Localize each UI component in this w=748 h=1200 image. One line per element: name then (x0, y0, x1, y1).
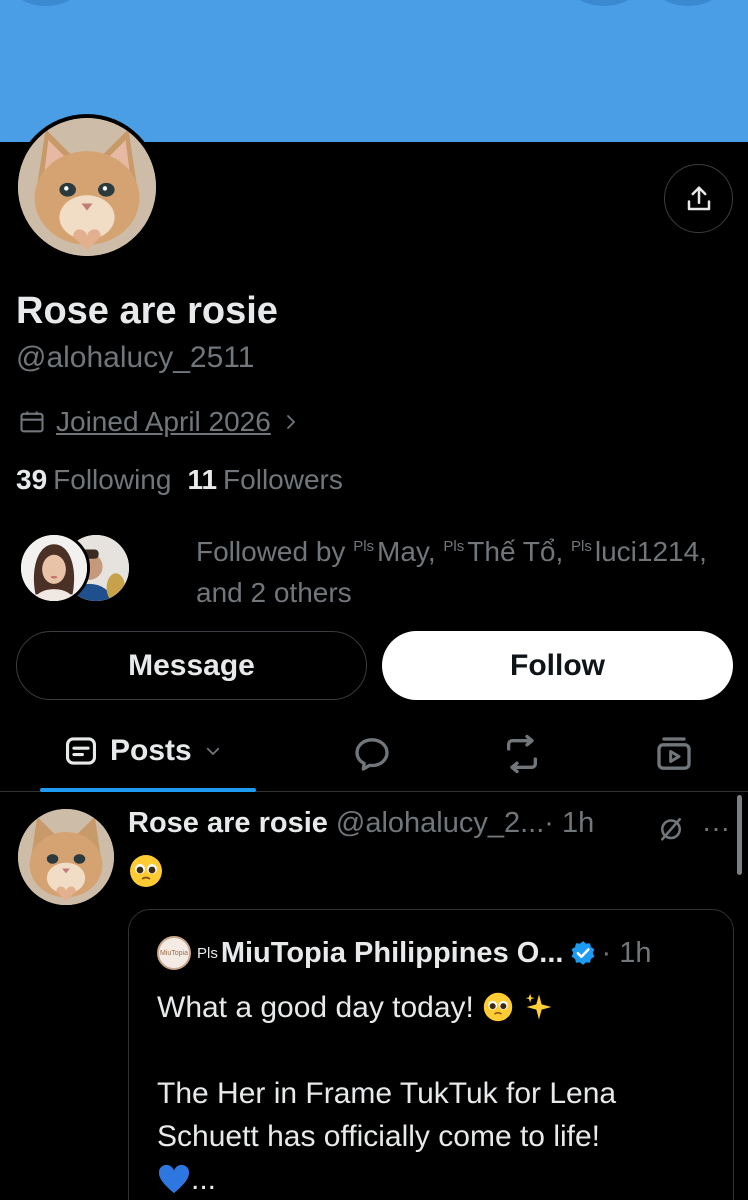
follow-stats: 39 Following 11 Followers (16, 464, 343, 496)
chevron-right-icon (286, 415, 296, 429)
followers-count: 11 (187, 464, 218, 495)
following-link[interactable]: 39 Following (16, 464, 171, 496)
followers-link[interactable]: 11 Followers (187, 464, 342, 496)
cat-avatar-image (18, 809, 114, 905)
profile-handle: @alohalucy_2511 (16, 341, 255, 374)
share-button[interactable] (664, 164, 733, 233)
tab-reposts[interactable] (502, 734, 542, 774)
followed-by-suffix: and 2 others (196, 577, 352, 608)
profile-tabs: Posts (0, 720, 748, 792)
share-icon (687, 186, 710, 210)
followed-by-prefix: Followed by (196, 536, 346, 567)
more-icon[interactable]: ··· (702, 814, 730, 842)
post-time: · 1h (544, 807, 595, 839)
quoted-author-avatar[interactable]: MiuTopia (157, 936, 191, 970)
post-header: Rose are rosie @alohalucy_2... · 1h (128, 807, 594, 840)
tab-posts-label: Posts (110, 734, 192, 767)
name-prefix-tag: Pls (353, 538, 375, 555)
banner-back-button-edge (14, 0, 78, 6)
post-author-avatar[interactable] (18, 809, 114, 905)
chevron-down-icon (206, 747, 219, 756)
avatar-logo-text: MiuTopia (159, 949, 188, 957)
quoted-post[interactable]: MiuTopia Pls MiuTopia Philippines O... ·… (128, 909, 734, 1200)
post-author-handle: @alohalucy_2... (335, 807, 545, 839)
follower-avatar (18, 532, 90, 604)
tab-posts[interactable]: Posts (64, 734, 222, 768)
quoted-post-time: · 1h (601, 936, 652, 969)
blue-heart-emoji-icon (158, 1164, 190, 1194)
scrollbar[interactable] (737, 795, 742, 875)
message-button[interactable]: Message (16, 631, 367, 700)
truncation-ellipsis: ... (191, 1163, 217, 1196)
quoted-post-line: The Her in Frame TukTuk for Lena Schuett… (157, 1077, 617, 1153)
quoted-author-name: MiuTopia Philippines O... (220, 936, 564, 969)
tab-active-indicator (40, 788, 256, 792)
verified-badge-icon (572, 941, 595, 965)
quoted-post-text: What a good day today! The Her in Frame … (157, 986, 717, 1200)
banner-search-button-edge (572, 0, 636, 6)
mute-icon[interactable] (656, 813, 686, 843)
profile-display-name: Rose are rosie (16, 290, 278, 332)
post-card[interactable]: Rose are rosie @alohalucy_2... · 1h ··· … (0, 793, 748, 1200)
pleading-face-emoji-icon (483, 992, 513, 1022)
follower-name: Thế Tổ, (467, 536, 564, 567)
calendar-icon (20, 411, 44, 433)
sparkles-emoji-icon (525, 993, 552, 1020)
following-label: Following (53, 464, 172, 495)
follower-name: luci1214, (594, 536, 707, 567)
name-prefix-tag: Pls (571, 538, 592, 555)
name-prefix-tag: Pls (443, 538, 465, 555)
joined-date-link[interactable]: Joined April 2026 (18, 406, 301, 438)
follow-button[interactable]: Follow (382, 631, 733, 700)
quoted-post-header: MiuTopia Pls MiuTopia Philippines O... ·… (157, 936, 651, 970)
followers-label: Followers (223, 464, 343, 495)
post-author-name[interactable]: Rose are rosie (128, 807, 328, 840)
posts-icon (65, 737, 97, 765)
tab-replies[interactable] (352, 734, 392, 774)
joined-date-label: Joined April 2026 (56, 406, 271, 437)
name-prefix-tag: Pls (197, 944, 218, 962)
banner-more-button-edge (656, 0, 720, 6)
tab-media[interactable] (654, 734, 694, 774)
follower-name: May, (377, 536, 436, 567)
profile-avatar[interactable] (14, 114, 160, 260)
following-count: 39 (16, 464, 48, 495)
pleading-face-emoji-icon (130, 855, 162, 887)
followed-by-text[interactable]: Followed by Pls May, Pls Thế Tổ, Pls luci12… (196, 526, 741, 613)
quoted-post-line: What a good day today! (157, 991, 474, 1024)
cat-avatar-image (18, 118, 156, 256)
followed-by-avatars[interactable] (18, 532, 138, 604)
